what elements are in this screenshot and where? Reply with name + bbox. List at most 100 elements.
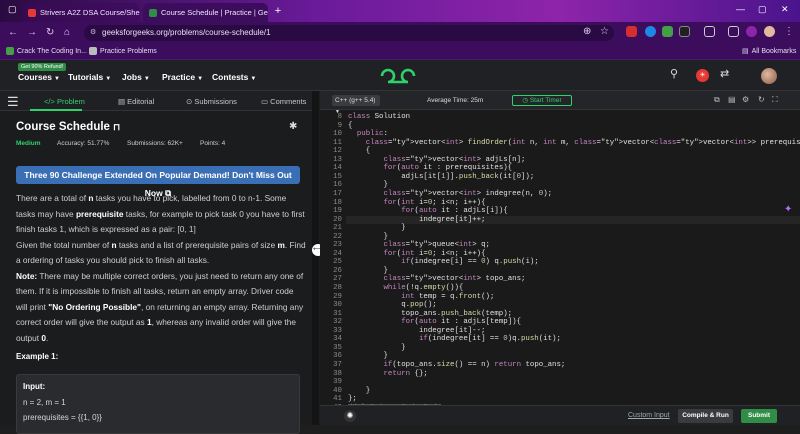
bookmark-star-icon[interactable]: ☆	[600, 26, 609, 37]
format-icon[interactable]: ▤	[728, 95, 736, 104]
code-line[interactable]: return {};	[348, 370, 427, 378]
nav-courses[interactable]: Courses ▼	[18, 72, 60, 82]
menu-kebab-icon[interactable]: ⋮	[784, 26, 794, 37]
code-line[interactable]: }	[348, 352, 387, 360]
bookmark-icon[interactable]: ⊓	[113, 122, 120, 132]
code-line[interactable]: if(indegree[it] == 0)q.push(it);	[348, 335, 561, 343]
extension-green-icon[interactable]	[662, 26, 673, 37]
line-number: 12	[333, 147, 342, 156]
gfg-logo-icon[interactable]	[378, 67, 418, 85]
code-line[interactable]: while(!q.empty()){	[348, 284, 463, 292]
average-time: Average Time: 25m	[427, 97, 484, 104]
hamburger-menu-icon[interactable]: ☰	[7, 94, 19, 110]
downloads-icon[interactable]	[746, 26, 757, 37]
code-line[interactable]: }	[348, 387, 370, 395]
back-icon[interactable]: ←	[8, 27, 18, 38]
code-line[interactable]: class Solution	[348, 113, 410, 121]
url-field[interactable]: ⚙ geeksforgeeks.org/problems/course-sche…	[84, 25, 614, 41]
code-line[interactable]: class="ty">queue<int> q;	[348, 241, 489, 249]
code-line[interactable]: {	[348, 147, 370, 155]
refund-badge[interactable]: Get 90% Refund!	[18, 63, 67, 71]
compile-run-button[interactable]: Compile & Run	[678, 409, 733, 423]
code-line[interactable]: indegree[it]--;	[348, 327, 486, 335]
code-line[interactable]: class="ty">vector<int> indegree(n, 0);	[348, 190, 552, 198]
pane-divider[interactable]	[312, 91, 319, 425]
fullscreen-icon[interactable]: ⛶	[772, 95, 778, 105]
code-line[interactable]: }	[348, 233, 387, 241]
ai-sparkle-icon[interactable]: ✦	[784, 204, 792, 215]
minimize-icon[interactable]: —	[736, 4, 745, 14]
code-line[interactable]: };	[348, 395, 357, 403]
tab-search-icon[interactable]: ▢	[8, 4, 17, 15]
custom-input-link[interactable]: Custom Input	[628, 412, 670, 419]
close-window-icon[interactable]: ✕	[781, 4, 789, 15]
search-icon[interactable]: ⚲	[670, 67, 678, 80]
code-line[interactable]: class="ty">vector<int> adjLs[n];	[348, 156, 525, 164]
forward-icon[interactable]: →	[27, 27, 37, 38]
code-line[interactable]: }	[348, 181, 387, 189]
chevron-down-icon: ▼	[143, 76, 150, 82]
nav-jobs[interactable]: Jobs ▼	[122, 72, 150, 82]
user-avatar[interactable]	[761, 68, 777, 84]
nav-label: Courses	[18, 72, 53, 82]
nav-practice[interactable]: Practice ▼	[162, 72, 203, 82]
extensions-puzzle-icon[interactable]	[704, 26, 715, 37]
translate-icon[interactable]: ⇄	[720, 67, 729, 80]
tab-comments[interactable]: ▭ Comments	[261, 97, 306, 106]
lightbulb-icon[interactable]: ✺	[344, 410, 356, 422]
line-number: 31	[333, 309, 342, 318]
bookmark-practice-problems[interactable]: Practice Problems	[89, 47, 157, 55]
extension-pdf-icon[interactable]	[626, 26, 637, 37]
maximize-icon[interactable]: ▢	[758, 4, 767, 15]
code-line[interactable]: for(auto it : prerequisites){	[348, 164, 512, 172]
tab-editorial[interactable]: ▤ Editorial	[118, 97, 154, 106]
code-line[interactable]: class="ty">vector<int> topo_ans;	[348, 275, 525, 283]
all-bookmarks[interactable]: ▤ All Bookmarks	[742, 47, 796, 56]
settings-icon[interactable]: ⚙	[742, 95, 749, 104]
code-line[interactable]: topo_ans.push_back(temp);	[348, 310, 512, 318]
code-line[interactable]: for(auto it : adjLs[temp]){	[348, 318, 521, 326]
code-line[interactable]: for(auto it : adjLs[i]){	[348, 207, 507, 215]
code-line[interactable]: }	[348, 344, 405, 352]
code-line[interactable]: adjLs[it[1]].push_back(it[0]);	[348, 173, 534, 181]
nav-contests[interactable]: Contests ▼	[212, 72, 256, 82]
extension-dark-icon[interactable]	[679, 26, 690, 37]
code-area[interactable]: 8 class Solution 9 {10 public: 11 class="ty"…	[320, 111, 800, 412]
line-number: 14	[333, 164, 342, 173]
line-number: 21	[333, 224, 342, 233]
code-line[interactable]: q.pop();	[348, 301, 437, 309]
code-line[interactable]: class="ty">vector<int> findOrder(int n, …	[348, 139, 800, 147]
code-line[interactable]: if(topo_ans.size() == n) return topo_ans…	[348, 361, 565, 369]
side-panel-icon[interactable]	[728, 26, 739, 37]
code-line[interactable]: }	[348, 267, 387, 275]
browser-tab-strivers[interactable]: Strivers A2Z DSA Course/Sheet ✕	[22, 3, 140, 22]
extension-blue-icon[interactable]	[645, 26, 656, 37]
tab-problem[interactable]: </> Problem	[44, 97, 85, 106]
bug-report-icon[interactable]: ✱	[289, 121, 297, 132]
home-icon[interactable]: ⌂	[64, 27, 70, 38]
submit-button[interactable]: Submit	[741, 409, 777, 423]
bookmark-crack-coding[interactable]: Crack The Coding In...	[6, 47, 87, 55]
reload-icon[interactable]: ↻	[46, 27, 54, 38]
code-line[interactable]: }	[348, 224, 405, 232]
code-line[interactable]: public:	[348, 130, 388, 138]
code-line[interactable]: indegree[it]++;	[348, 216, 486, 224]
code-line[interactable]: for(int i=0; i<n; i++){	[348, 199, 485, 207]
start-timer-button[interactable]: ◷ Start Timer	[512, 95, 572, 106]
new-tab-button[interactable]: +	[272, 5, 284, 17]
copy-icon[interactable]: ⧉	[714, 95, 720, 105]
nav-tutorials[interactable]: Tutorials ▼	[68, 72, 111, 82]
site-info-icon[interactable]: ⚙	[90, 25, 96, 41]
profile-avatar-icon[interactable]	[764, 26, 775, 37]
code-line[interactable]: int temp = q.front();	[348, 293, 494, 301]
zoom-icon[interactable]: ⊕	[583, 26, 591, 37]
code-line[interactable]: {	[348, 122, 352, 130]
tab-submissions[interactable]: ⊙ Submissions	[186, 97, 237, 106]
challenge-banner[interactable]: Three 90 Challenge Extended On Popular D…	[16, 166, 300, 198]
browser-tab-course-schedule[interactable]: Course Schedule | Practice | GeeksforGee…	[143, 3, 268, 22]
code-line[interactable]: for(int i=0; i<n; i++){	[348, 250, 485, 258]
language-select[interactable]: C++ (g++ 5.4) ▼	[332, 95, 380, 115]
theme-toggle-icon[interactable]: ☀	[696, 69, 709, 82]
code-line[interactable]: if(indegree[i] == 0) q.push(i);	[348, 258, 539, 266]
reset-icon[interactable]: ↻	[758, 95, 765, 104]
